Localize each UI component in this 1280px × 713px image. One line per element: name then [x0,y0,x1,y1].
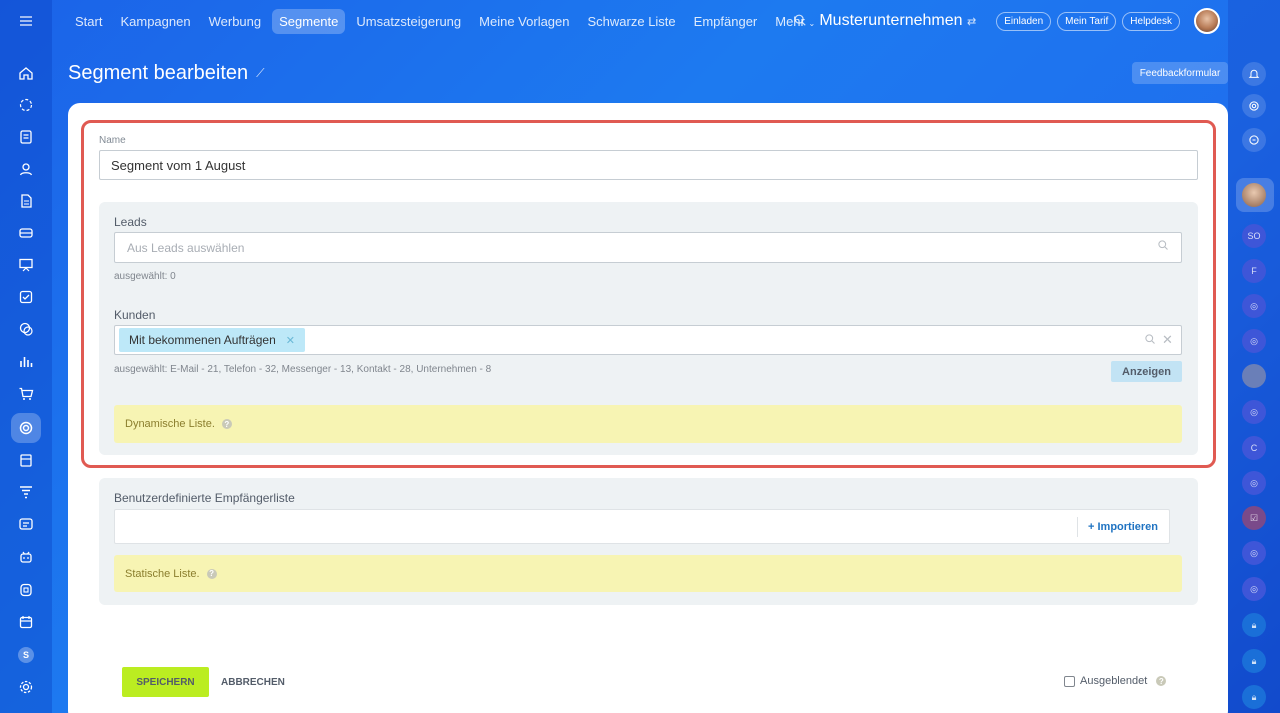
user-avatar[interactable]: S [14,643,38,667]
robot-icon[interactable] [14,545,38,569]
checkbox-box[interactable] [1064,675,1075,687]
cancel-button[interactable]: ABBRECHEN [221,667,285,697]
nav-meine-vorlagen[interactable]: Meine Vorlagen [472,9,576,34]
marketing-chat-icon[interactable]: ◎ [1242,294,1266,318]
nav-kampagnen[interactable]: Kampagnen [113,9,197,34]
nav-werbung[interactable]: Werbung [202,9,269,34]
static-list-notice: Statische Liste. ? [114,555,1182,592]
lock-icon[interactable]: 🔒︎ [1242,613,1266,637]
chat-f[interactable]: F [1242,259,1266,283]
invite-button[interactable]: Einladen [996,11,1052,31]
chart-icon[interactable] [14,349,38,373]
hidden-checkbox[interactable]: Ausgeblendet ? [1064,675,1167,687]
chat-search-icon[interactable] [1242,128,1266,152]
marketing-chat-icon[interactable]: ◎ [1242,329,1266,353]
contacts-icon[interactable] [14,157,38,181]
lock-icon[interactable]: 🔒︎ [1242,685,1266,709]
custom-list-label: Benutzerdefinierte Empfängerliste [114,491,295,505]
nav-umsatzsteigerung[interactable]: Umsatzsteigerung [349,9,468,34]
pin-icon[interactable]: ⟋ [256,66,264,81]
marketing-widget-icon[interactable] [1242,94,1266,118]
task-chat-icon[interactable]: ☑ [1242,506,1266,530]
marketing-chat-icon[interactable]: ◎ [1242,577,1266,601]
top-right-area: Musterunternehmen ⇄ Einladen Mein Tarif … [793,0,1220,42]
calendar-icon[interactable] [14,610,38,634]
profile-avatar[interactable] [1194,8,1220,34]
settings-icon[interactable] [14,675,38,699]
list-icon[interactable] [14,512,38,536]
chat-so[interactable]: SO [1242,224,1266,248]
company-label: Musterunternehmen [819,12,963,29]
marketing-chat-icon[interactable]: ◎ [1242,471,1266,495]
help-icon[interactable]: ? [206,568,217,579]
feedback-button[interactable]: Feedbackformular [1132,62,1228,84]
nav-segmente[interactable]: Segmente [272,8,346,34]
home-icon[interactable] [14,61,38,85]
messages-icon[interactable] [14,317,38,341]
nav-schwarze-liste[interactable]: Schwarze Liste [581,9,683,34]
marketing-chat-icon[interactable]: ◎ [1242,541,1266,565]
nav-empfaenger[interactable]: Empfänger [687,9,765,34]
help-icon[interactable]: ? [1156,676,1167,686]
lock-icon[interactable]: 🔒︎ [1242,649,1266,673]
bell-icon[interactable] [1242,62,1266,86]
group-avatar[interactable] [1242,364,1266,388]
save-button[interactable]: SPEICHERN [122,667,209,697]
my-plan-button[interactable]: Mein Tarif [1057,11,1117,31]
checkbox-icon[interactable] [14,285,38,309]
document-icon[interactable] [14,189,38,213]
shield-icon[interactable] [14,578,38,602]
chat-icon[interactable] [14,93,38,117]
custom-list-input[interactable] [114,509,1170,544]
page-title-text: Segment bearbeiten [68,62,249,84]
switch-icon: ⇄ [966,16,977,28]
marketing-icon[interactable] [11,413,41,443]
highlight-frame [81,120,1216,468]
contact-avatar[interactable] [1242,183,1266,207]
chat-c[interactable]: C [1242,436,1266,460]
right-sidebar: SO F ◎ ◎ ◎ C ◎ ☑ ◎ ◎ 🔒︎ 🔒︎ 🔒︎ [1228,0,1280,713]
menu-icon[interactable] [14,9,38,33]
import-button[interactable]: + Importieren [1077,517,1158,537]
hidden-label: Ausgeblendet [1080,675,1148,687]
static-list-text: Statische Liste. [125,567,200,580]
user-initial: S [18,647,34,663]
tasks-icon[interactable] [14,125,38,149]
presentation-icon[interactable] [14,253,38,277]
nav-start[interactable]: Start [68,9,109,34]
company-name[interactable]: Musterunternehmen ⇄ [819,12,976,30]
marketing-chat-icon[interactable]: ◎ [1242,400,1266,424]
cart-icon[interactable] [14,382,38,406]
left-sidebar: S [0,0,52,713]
helpdesk-button[interactable]: Helpdesk [1122,11,1180,31]
building-icon[interactable] [14,448,38,472]
page-title: Segment bearbeiten ⟋ [68,62,265,85]
search-icon[interactable] [793,13,807,30]
funnel-icon[interactable] [14,480,38,504]
card-icon[interactable] [14,221,38,245]
